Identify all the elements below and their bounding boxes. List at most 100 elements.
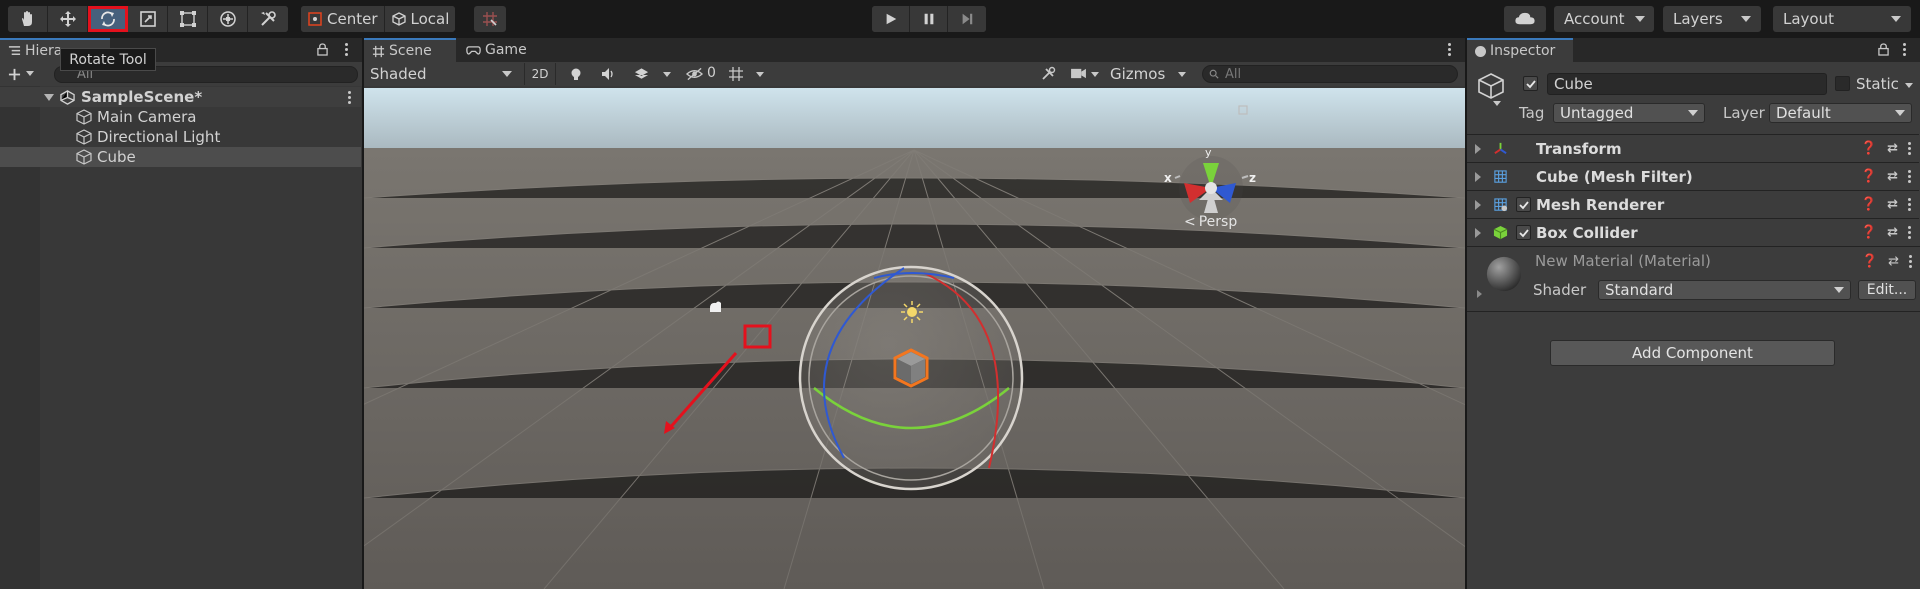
toggle-2d-button[interactable]: 2D: [524, 63, 556, 85]
chevron-right-icon[interactable]: [1475, 143, 1481, 154]
object-name-field[interactable]: Cube: [1547, 73, 1827, 95]
rect-tool-button[interactable]: [168, 6, 208, 32]
component-more-icon[interactable]: [1908, 226, 1911, 239]
grid-snap-button[interactable]: [474, 6, 506, 32]
component-actions: ❓ ⇄: [1861, 197, 1911, 212]
gameobject-cube-icon: [76, 149, 92, 165]
persp-toggle[interactable]: < Persp: [1184, 214, 1237, 230]
transform-icon: [219, 11, 236, 27]
chevron-down-icon[interactable]: [663, 72, 671, 77]
static-checkbox[interactable]: [1835, 76, 1850, 91]
material-more-icon[interactable]: [1909, 255, 1912, 268]
hierarchy-item-cube[interactable]: Cube: [0, 147, 361, 167]
component-more-icon[interactable]: [1908, 142, 1911, 155]
preset-icon[interactable]: ⇄: [1887, 141, 1898, 156]
component-mesh-renderer[interactable]: Mesh Renderer ❓ ⇄: [1467, 190, 1919, 218]
help-icon[interactable]: ❓: [1861, 225, 1877, 240]
pivot-local-button[interactable]: Local: [384, 6, 456, 32]
component-box-collider[interactable]: Box Collider ❓ ⇄: [1467, 218, 1919, 246]
tab-inspector[interactable]: Inspector: [1467, 38, 1573, 62]
hidden-objects-icon[interactable]: [686, 67, 703, 81]
chevron-down-icon[interactable]: [44, 93, 54, 101]
inspector-tabbar: Inspector: [1467, 38, 1920, 62]
draw-mode-dropdown[interactable]: Shaded: [368, 64, 518, 84]
plus-icon[interactable]: [8, 68, 21, 81]
layout-dropdown[interactable]: Layout: [1773, 6, 1911, 32]
play-button[interactable]: [872, 6, 910, 32]
scale-tool-button[interactable]: [128, 6, 168, 32]
inspector-more-icon[interactable]: [1903, 43, 1906, 56]
layers-dropdown[interactable]: Layers: [1663, 6, 1761, 32]
transform-tool-button[interactable]: [208, 6, 248, 32]
chevron-right-icon[interactable]: [1475, 227, 1481, 238]
help-icon[interactable]: ❓: [1862, 254, 1878, 269]
camera-icon[interactable]: [1070, 67, 1087, 80]
gameobject-cube-icon: [76, 109, 92, 125]
component-label: Box Collider: [1536, 223, 1638, 242]
cloud-button[interactable]: [1504, 6, 1546, 32]
chevron-right-icon[interactable]: [1477, 290, 1482, 298]
component-more-icon[interactable]: [1908, 170, 1911, 183]
hierarchy-item-main-camera[interactable]: Main Camera: [0, 107, 361, 127]
preset-icon[interactable]: ⇄: [1887, 197, 1898, 212]
tools-icon[interactable]: [1040, 66, 1056, 82]
lock-icon[interactable]: [1878, 43, 1889, 56]
chevron-down-icon[interactable]: [756, 72, 764, 77]
grid-icon[interactable]: [728, 66, 744, 82]
tab-game[interactable]: Game: [458, 38, 535, 62]
scene-search-input[interactable]: All: [1202, 65, 1458, 83]
hierarchy-item-directional-light[interactable]: Directional Light: [0, 127, 361, 147]
active-checkbox[interactable]: [1523, 76, 1538, 91]
rotate-tool-button[interactable]: [88, 6, 128, 32]
edit-shader-button[interactable]: Edit...: [1858, 280, 1916, 300]
tab-game-label: Game: [485, 42, 527, 58]
effects-icon[interactable]: [634, 67, 649, 81]
gizmos-label: Gizmos: [1110, 65, 1166, 83]
add-component-button[interactable]: Add Component: [1550, 340, 1835, 366]
step-button[interactable]: [948, 6, 986, 32]
lock-icon[interactable]: [317, 43, 328, 56]
hierarchy-more-icon[interactable]: [345, 43, 348, 56]
material-section: New Material (Material) ❓ ⇄ Shader Standa…: [1467, 246, 1920, 312]
tab-scene[interactable]: Scene: [364, 38, 456, 62]
cube-object[interactable]: [893, 348, 929, 388]
pivot-center-button[interactable]: Center: [301, 6, 385, 32]
component-mesh-filter[interactable]: Cube (Mesh Filter) ❓ ⇄: [1467, 162, 1919, 190]
component-more-icon[interactable]: [1908, 198, 1911, 211]
help-icon[interactable]: ❓: [1861, 197, 1877, 212]
chevron-down-icon[interactable]: [1178, 72, 1186, 77]
lighting-icon[interactable]: [569, 67, 583, 81]
custom-tool-button[interactable]: [248, 6, 288, 32]
preset-icon[interactable]: ⇄: [1887, 225, 1898, 240]
component-label: Cube (Mesh Filter): [1536, 167, 1693, 186]
tag-dropdown[interactable]: Untagged: [1553, 103, 1705, 123]
scene-viewport[interactable]: y x z < Persp: [364, 88, 1465, 589]
scene-more-icon[interactable]: [348, 90, 351, 104]
move-tool-button[interactable]: [48, 6, 88, 32]
gizmos-button[interactable]: Gizmos: [1108, 64, 1166, 84]
local-space-icon: [391, 12, 406, 26]
help-icon[interactable]: ❓: [1861, 141, 1877, 156]
layer-dropdown[interactable]: Default: [1769, 103, 1912, 123]
chevron-down-icon[interactable]: [1905, 83, 1913, 88]
preset-icon[interactable]: ⇄: [1887, 169, 1898, 184]
chevron-right-icon[interactable]: [1475, 171, 1481, 182]
audio-icon[interactable]: [601, 67, 615, 81]
shader-dropdown[interactable]: Standard: [1598, 280, 1851, 300]
chevron-right-icon[interactable]: [1475, 199, 1481, 210]
scene-row[interactable]: SampleScene*: [0, 87, 361, 107]
account-dropdown[interactable]: Account: [1554, 6, 1654, 32]
mesh-renderer-checkbox[interactable]: [1516, 197, 1531, 212]
chevron-down-icon[interactable]: [26, 71, 34, 76]
chevron-down-icon[interactable]: [1493, 101, 1501, 106]
chevron-down-icon: [1834, 287, 1844, 293]
scene-more-icon[interactable]: [1448, 43, 1451, 56]
box-collider-checkbox[interactable]: [1516, 225, 1531, 240]
component-transform[interactable]: Transform ❓ ⇄: [1467, 134, 1919, 162]
hand-tool-button[interactable]: [8, 6, 48, 32]
preset-icon[interactable]: ⇄: [1888, 254, 1899, 269]
help-icon[interactable]: ❓: [1861, 169, 1877, 184]
pause-button[interactable]: [910, 6, 948, 32]
directional-light-gizmo[interactable]: [901, 301, 923, 323]
chevron-down-icon[interactable]: [1091, 72, 1099, 77]
